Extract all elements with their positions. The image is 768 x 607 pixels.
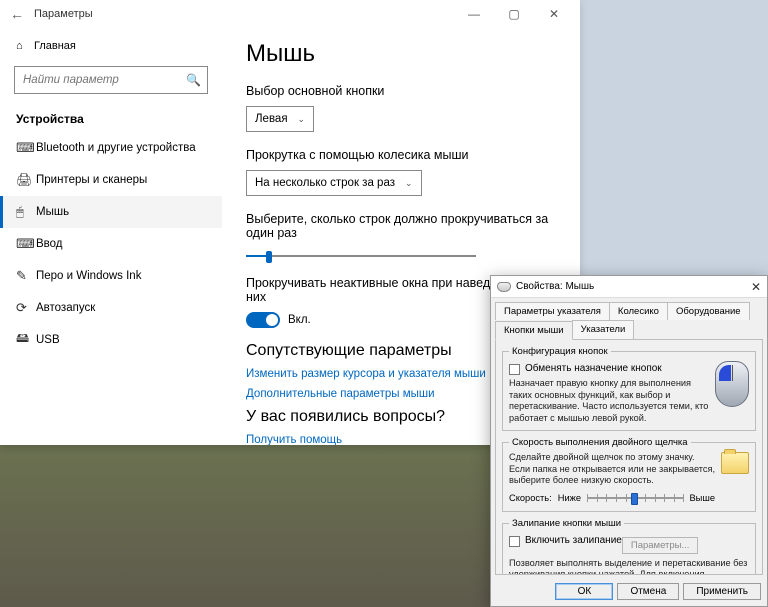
group-clicklock-legend: Залипание кнопки мыши [509,518,624,529]
lines-slider[interactable] [246,248,476,264]
cancel-button[interactable]: Отмена [617,583,679,600]
nav-label: Перо и Windows Ink [36,270,141,282]
search-input[interactable] [21,73,186,87]
home-label: Главная [34,40,76,52]
close-button[interactable]: ✕ [534,0,574,28]
nav-icon: ⌨ [16,140,36,156]
apply-button[interactable]: Применить [683,583,761,600]
nav-item-6[interactable]: 🖴USB [0,324,222,356]
group-button-config-legend: Конфигурация кнопок [509,346,611,357]
swap-buttons-checkbox[interactable] [509,364,520,375]
clicklock-label: Включить залипание [525,535,622,546]
ok-button[interactable]: ОК [555,583,613,600]
tab-pane: Конфигурация кнопок Обменять назначение … [495,339,763,575]
nav-icon: ⌨ [16,236,36,252]
tabs-row-1: Параметры указателяКолесикоОборудование [491,298,767,320]
nav-item-0[interactable]: ⌨Bluetooth и другие устройства [0,132,222,164]
clicklock-params-button[interactable]: Параметры... [622,537,699,554]
clicklock-desc: Позволяет выполнять выделение и перетаск… [509,558,749,576]
sidebar: ⌂ Главная 🔍 Устройства ⌨Bluetooth и друг… [0,28,222,445]
speed-high: Выше [689,493,715,503]
nav-icon: 🖴 [16,329,36,351]
scroll-wheel-value: На несколько строк за раз [255,177,395,189]
tab[interactable]: Указатели [572,320,635,339]
nav-item-3[interactable]: ⌨Ввод [0,228,222,260]
dialog-buttons: ОК Отмена Применить [491,579,767,606]
speed-label: Скорость: [509,493,552,503]
doubleclick-slider[interactable] [587,491,683,505]
primary-button-dropdown[interactable]: Левая ⌄ [246,106,314,132]
nav-item-2[interactable]: 🖱Мышь [0,196,222,228]
tab[interactable]: Параметры указателя [495,302,610,320]
home-icon: ⌂ [16,40,34,52]
lines-per-scroll-label: Выберите, сколько строк должно прокручив… [246,212,556,240]
nav-icon: ✎ [16,268,36,284]
search-icon: 🔍 [186,73,201,87]
nav-icon: 🖱 [16,204,36,220]
nav-label: Bluetooth и другие устройства [36,142,196,154]
page-heading: Мышь [246,40,556,68]
group-clicklock: Залипание кнопки мыши Включить залипание… [502,518,756,576]
primary-button-value: Левая [255,113,288,125]
inactive-windows-state: Вкл. [288,314,311,326]
tabs-row-2: Кнопки мышиУказатели [491,320,767,339]
speed-low: Ниже [558,493,581,503]
nav-label: Мышь [36,206,69,218]
nav-item-1[interactable]: 🖨Принтеры и сканеры [0,164,222,196]
nav-icon: ⟳ [16,300,36,316]
dialog-titlebar: Свойства: Мышь ✕ [491,276,767,298]
folder-test-icon[interactable] [721,452,749,474]
settings-titlebar: ← Параметры — ▢ ✕ [0,0,580,28]
primary-button-label: Выбор основной кнопки [246,84,556,98]
minimize-button[interactable]: — [454,0,494,28]
nav-icon: 🖨 [16,172,36,188]
nav-label: Ввод [36,238,63,250]
mouse-properties-dialog: Свойства: Мышь ✕ Параметры указателяКоле… [490,275,768,607]
dialog-title: Свойства: Мышь [516,281,594,292]
clicklock-checkbox[interactable] [509,536,520,547]
tab[interactable]: Колесико [609,302,668,320]
inactive-windows-toggle[interactable] [246,312,280,328]
nav-label: Автозапуск [36,302,95,314]
swap-buttons-desc: Назначает правую кнопку для выполнения т… [509,378,709,424]
sidebar-section-title: Устройства [0,102,222,132]
maximize-button[interactable]: ▢ [494,0,534,28]
nav-label: Принтеры и сканеры [36,174,147,186]
nav-item-5[interactable]: ⟳Автозапуск [0,292,222,324]
tab[interactable]: Оборудование [667,302,750,320]
window-controls: — ▢ ✕ [454,0,574,28]
scroll-wheel-label: Прокрутка с помощью колесика мыши [246,148,556,162]
window-title: Параметры [34,8,93,20]
group-doubleclick-speed: Скорость выполнения двойного щелчка Сдел… [502,437,756,512]
search-box[interactable]: 🔍 [14,66,208,94]
group-button-config: Конфигурация кнопок Обменять назначение … [502,346,756,431]
close-icon[interactable]: ✕ [751,280,761,294]
home-link[interactable]: ⌂ Главная [0,34,222,58]
doubleclick-desc: Сделайте двойной щелчок по этому значку.… [509,452,715,487]
group-doubleclick-legend: Скорость выполнения двойного щелчка [509,437,691,448]
nav-label: USB [36,334,60,346]
chevron-down-icon: ⌄ [405,178,413,189]
chevron-down-icon: ⌄ [298,114,306,125]
swap-buttons-label: Обменять назначение кнопок [525,363,662,374]
nav-item-4[interactable]: ✎Перо и Windows Ink [0,260,222,292]
back-button[interactable]: ← [6,6,28,22]
tab[interactable]: Кнопки мыши [495,321,573,340]
mouse-illustration [715,361,749,407]
mouse-icon [497,282,511,292]
scroll-wheel-dropdown[interactable]: На несколько строк за раз ⌄ [246,170,422,196]
